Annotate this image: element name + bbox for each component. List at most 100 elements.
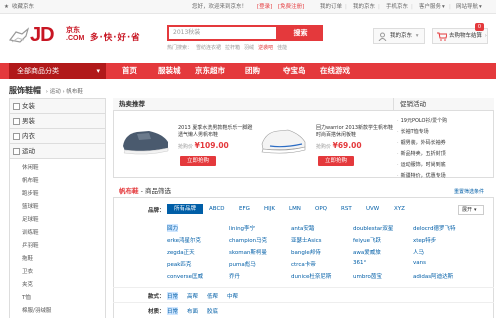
my-jd-link[interactable]: 我的京东 — [353, 0, 375, 14]
sidebar-item[interactable]: 夹克 — [10, 279, 105, 292]
sidebar-section-sports[interactable]: 运动 — [10, 144, 105, 159]
all-categories-button[interactable]: 全部商品分类 ▾ — [9, 63, 106, 79]
sidebar-item[interactable]: 篮球鞋 — [10, 201, 105, 214]
brand-option[interactable]: 回力 — [167, 224, 179, 232]
sidebar-section-women[interactable]: 女装 — [10, 99, 105, 114]
login-link[interactable]: [登录] — [257, 0, 272, 14]
expand-button[interactable]: 展开 ▾ — [458, 205, 484, 215]
hot-word[interactable]: 拉杆箱 — [225, 45, 240, 51]
brand-option[interactable]: ctrca卡帝 — [291, 260, 316, 268]
brand-option[interactable]: puma彪马 — [229, 260, 256, 268]
brand-option[interactable]: awa爱威旅 — [353, 248, 381, 256]
chevron-down-icon[interactable]: ▾ — [442, 0, 445, 14]
brand-option[interactable]: delocrd德罗飞特 — [413, 224, 455, 232]
favorite-link[interactable]: 收藏京东 — [12, 0, 34, 14]
brand-option[interactable]: champion马克 — [229, 236, 267, 244]
sidebar-item[interactable]: 乒羽鞋 — [10, 240, 105, 253]
sidebar-section-men[interactable]: 男装 — [10, 114, 105, 129]
hot-word[interactable]: 雪纺连衣裙 — [196, 45, 221, 51]
product-name[interactable]: 2013 夏季水洗男款鞋乐乐一脚蹬透气懒人男帆布鞋 — [178, 125, 256, 139]
letter-tab[interactable]: EFG — [239, 206, 250, 212]
sidebar-item[interactable]: T恤 — [10, 292, 105, 305]
letter-tab[interactable]: LMN — [289, 206, 301, 212]
promotion-item[interactable]: 19元POLO衫/爱个购 — [397, 116, 492, 127]
search-input[interactable]: 2013秋装 — [167, 25, 278, 41]
brand-option[interactable]: peak匹克 — [167, 260, 191, 268]
my-jd-button[interactable]: 我的京东 ▾ — [373, 28, 425, 44]
promotion-item[interactable]: 长袖T恤专场 — [397, 127, 492, 138]
letter-tab[interactable]: HIJK — [264, 206, 275, 212]
brand-option[interactable]: anta安踏 — [291, 224, 314, 232]
brand-option[interactable]: xtep特步 — [413, 236, 436, 244]
style-option[interactable]: 中帮 — [227, 292, 238, 300]
brand-option[interactable]: 亚瑟士Asics — [291, 236, 322, 244]
brand-option[interactable]: lining李宁 — [229, 224, 255, 232]
chevron-down-icon[interactable]: ▾ — [479, 0, 482, 14]
brand-option[interactable]: vans — [413, 260, 426, 266]
style-option[interactable]: 高帮 — [187, 292, 198, 300]
sidebar-item[interactable]: 拖鞋 — [10, 253, 105, 266]
product-image[interactable] — [258, 120, 308, 160]
nav-group-buy[interactable]: 团购 — [245, 63, 260, 79]
nav-home[interactable]: 首页 — [122, 63, 137, 79]
letter-tab[interactable]: OPQ — [315, 206, 327, 212]
promotion-item[interactable]: 新疆特价，优惠专场 — [397, 171, 492, 182]
brand-option[interactable]: adidas阿迪达斯 — [413, 272, 453, 280]
brand-option[interactable]: skoman斯柯曼 — [229, 248, 267, 256]
brand-option[interactable]: 人马 — [413, 248, 424, 256]
material-option[interactable]: 日常 — [167, 307, 179, 315]
buy-now-button[interactable]: 立即抢购 — [318, 156, 354, 166]
hot-word[interactable]: 佳能 — [277, 45, 287, 51]
sidebar-item[interactable]: 棉服/羽绒服 — [10, 305, 105, 318]
sidebar-item[interactable]: 卫衣 — [10, 266, 105, 279]
mobile-jd-link[interactable]: 手机京东 — [386, 0, 408, 14]
search-button[interactable]: 搜索 — [278, 25, 323, 41]
site-nav-link[interactable]: 网站导航 — [456, 0, 478, 14]
brand-option[interactable]: 361° — [353, 260, 366, 266]
brand-option[interactable]: bangle邦侍 — [291, 248, 321, 256]
sidebar-item[interactable]: 休闲鞋 — [10, 162, 105, 175]
product-name[interactable]: 回力warrior 2013新款学生帆布鞋 时尚百搭休闲板鞋 — [316, 125, 394, 139]
brand-option[interactable]: umbro茵宝 — [353, 272, 382, 280]
reset-filters-link[interactable]: 重置筛选条件 — [454, 188, 484, 195]
brand-option[interactable]: feiyue飞跃 — [353, 236, 381, 244]
brand-option[interactable]: erke鸿星尔克 — [167, 236, 201, 244]
hot-word[interactable]: 羽绒 — [244, 45, 254, 51]
sidebar-item[interactable]: 足球鞋 — [10, 214, 105, 227]
my-orders-link[interactable]: 我的订单 — [320, 0, 342, 14]
favorite-star-icon[interactable]: ★ — [4, 0, 9, 14]
style-option[interactable]: 日常 — [167, 292, 179, 300]
brand-option[interactable]: 乔丹 — [229, 272, 240, 280]
nav-treasure-island[interactable]: 夺宝岛 — [283, 63, 306, 79]
brand-option[interactable]: dunice杜奈尼斯 — [291, 272, 331, 280]
sidebar-section-underwear[interactable]: 内衣 — [10, 129, 105, 144]
nav-online-games[interactable]: 在线游戏 — [320, 63, 350, 79]
nav-supermarket[interactable]: 京东超市 — [195, 63, 225, 79]
page-title[interactable]: 服饰鞋帽 — [9, 86, 41, 95]
style-option[interactable]: 低帮 — [207, 292, 218, 300]
brand-option[interactable]: converse匡威 — [167, 272, 203, 280]
promotion-item[interactable]: 靓男装，外码长袖券 — [397, 138, 492, 149]
all-brands-tab[interactable]: 所有品牌 — [167, 204, 203, 214]
brand-option[interactable]: doublestar双星 — [353, 224, 393, 232]
sidebar-item[interactable]: 训练鞋 — [10, 227, 105, 240]
letter-tab[interactable]: XYZ — [394, 206, 405, 212]
sidebar-item[interactable]: 跑步鞋 — [10, 188, 105, 201]
letter-tab[interactable]: UVW — [366, 206, 379, 212]
letter-tab[interactable]: ABCD — [209, 206, 225, 212]
material-option[interactable]: 布面 — [187, 307, 198, 315]
customer-service-link[interactable]: 客户服务 — [419, 0, 441, 14]
promotion-item[interactable]: 新品特卖，五折封顶 — [397, 149, 492, 160]
register-link[interactable]: [免费注册] — [278, 0, 304, 14]
sidebar-item[interactable]: 帆布鞋 — [10, 175, 105, 188]
material-option[interactable]: 胶底 — [207, 307, 218, 315]
nav-clothing-mall[interactable]: 服装城 — [158, 63, 181, 79]
jd-logo[interactable]: JD — [30, 24, 55, 47]
letter-tab[interactable]: RST — [341, 206, 352, 212]
hot-word-highlighted[interactable]: 逆袭吧 — [258, 45, 273, 51]
buy-now-button[interactable]: 立即抢购 — [180, 156, 216, 166]
breadcrumb-item[interactable]: 运动 — [50, 89, 61, 95]
product-image[interactable] — [119, 120, 171, 160]
brand-option[interactable]: zegda正天 — [167, 248, 195, 256]
promotion-item[interactable]: 运动服饰，时尚到底 — [397, 160, 492, 171]
